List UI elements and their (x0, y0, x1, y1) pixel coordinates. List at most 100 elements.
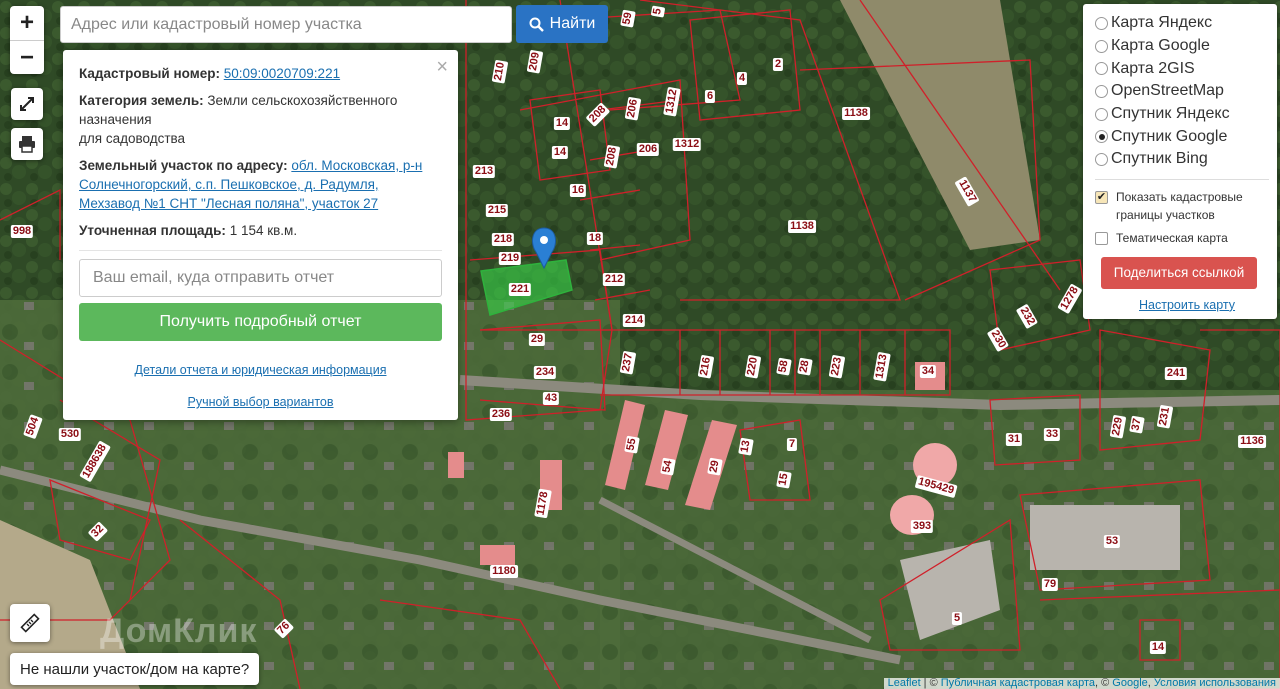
layer-radio[interactable] (1095, 16, 1108, 30)
parcel-number-label: 31 (1005, 433, 1023, 446)
zoom-out-button[interactable]: − (10, 40, 44, 74)
print-button[interactable] (11, 128, 43, 160)
show-borders-checkbox[interactable]: ✔ (1095, 190, 1108, 204)
layer-radio[interactable] (1095, 39, 1108, 53)
parcel-number-label: 1312 (672, 138, 702, 151)
parcel-number-label: 7 (786, 438, 798, 451)
layer-option-label: OpenStreetMap (1111, 82, 1224, 100)
layer-option-label: Спутник Google (1111, 127, 1228, 145)
parcel-number-label: 29 (528, 333, 546, 346)
not-found-button[interactable]: Не нашли участок/дом на карте? (10, 653, 260, 685)
layer-option[interactable]: Спутник Bing (1095, 148, 1277, 171)
search-input[interactable] (60, 6, 512, 43)
measure-button[interactable] (10, 604, 50, 642)
show-borders-toggle[interactable]: ✔ Показать кадастровые границы участков (1095, 188, 1277, 224)
layer-radio[interactable] (1095, 84, 1108, 98)
layer-radio[interactable] (1095, 62, 1108, 76)
search-button-label: Найти (549, 15, 596, 32)
parcel-number-label: 53 (1103, 535, 1121, 548)
land-category-label: Категория земель: (79, 93, 204, 108)
parcel-number-label: 15 (776, 470, 792, 489)
parcel-number-label: 214 (622, 314, 646, 327)
parcel-number-label: 14 (553, 117, 571, 130)
parcel-number-label: 998 (10, 225, 34, 238)
layer-radio[interactable] (1095, 130, 1108, 144)
pkk-link[interactable]: Публичная кадастровая карта (941, 678, 1095, 689)
parcel-number-label: 530 (58, 428, 82, 441)
parcel-number-label: 54 (660, 457, 676, 476)
parcel-number-label: 393 (910, 520, 934, 533)
search-button[interactable]: Найти (516, 5, 608, 43)
terms-link[interactable]: Условия использования (1154, 678, 1276, 689)
share-link-button[interactable]: Поделиться ссылкой (1101, 256, 1257, 289)
base-layer-list: Карта Яндекс Карта Google Карта 2GIS OpenSt… (1095, 12, 1277, 171)
parcel-number-label: 13 (738, 437, 754, 456)
layer-radio[interactable] (1095, 107, 1108, 121)
manual-selection-link[interactable]: Ручной выбор вариантов (79, 395, 442, 409)
show-borders-label: Показать кадастровые границы участков (1116, 189, 1243, 222)
fullscreen-button[interactable] (11, 88, 43, 120)
parcel-number-label: 29 (707, 457, 723, 476)
layer-switcher: Карта Яндекс Карта Google Карта 2GIS OpenSt… (1083, 4, 1277, 319)
printer-icon (19, 136, 35, 153)
layer-option[interactable]: OpenStreetMap (1095, 80, 1277, 103)
divider (79, 250, 442, 251)
address-label: Земельный участок по адресу: (79, 158, 288, 173)
thematic-map-toggle[interactable]: Тематическая карта (1095, 229, 1277, 247)
layer-option-label: Карта Google (1111, 37, 1210, 55)
parcel-number-label: 206 (636, 143, 660, 156)
parcel-number-label: 2 (772, 58, 784, 71)
search-icon (529, 17, 544, 32)
parcel-number-label: 218 (491, 233, 515, 246)
parcel-number-label: 6 (704, 90, 716, 103)
parcel-number-label: 1136 (1238, 435, 1266, 448)
thematic-map-label: Тематическая карта (1116, 230, 1228, 245)
close-icon[interactable]: × (436, 56, 448, 79)
parcel-number-label: 33 (1043, 428, 1061, 441)
report-details-link[interactable]: Детали отчета и юридическая информация (79, 363, 442, 377)
parcel-number-label: 1138 (788, 220, 816, 233)
not-found-label: Не нашли участок/дом на карте? (20, 660, 250, 678)
map-attribution: Leaflet | © Публичная кадастровая карта,… (883, 678, 1280, 689)
cadastral-number-link[interactable]: 50:09:0020709:221 (224, 66, 340, 81)
ruler-icon (20, 613, 40, 633)
cadastral-number-row: Кадастровый номер: 50:09:0020709:221 (79, 64, 442, 83)
parcel-number-label: 241 (1164, 367, 1188, 380)
layer-option[interactable]: Карта Яндекс (1095, 12, 1277, 35)
parcel-number-label: 1180 (490, 565, 518, 578)
zoom-in-button[interactable]: + (10, 6, 44, 40)
layer-radio[interactable] (1095, 152, 1108, 166)
parcel-number-label: 221 (508, 283, 532, 296)
layer-option-label: Спутник Bing (1111, 150, 1208, 168)
configure-map-link[interactable]: Настроить карту (1139, 298, 1277, 312)
parcel-number-label: 14 (1149, 641, 1167, 654)
parcel-number-label: 5 (951, 612, 963, 625)
layer-option[interactable]: Спутник Google (1095, 125, 1277, 148)
area-value: 1 154 кв.м. (229, 223, 298, 238)
land-category-row: Категория земель: Земли сельскохозяйстве… (79, 91, 442, 148)
cadastral-number-label: Кадастровый номер: (79, 66, 220, 81)
land-use-value: для садоводства (79, 131, 186, 146)
layer-option-label: Карта 2GIS (1111, 59, 1195, 77)
get-report-button[interactable]: Получить подробный отчет (79, 303, 442, 341)
parcel-number-label: 234 (533, 366, 557, 379)
leaflet-link[interactable]: Leaflet (888, 678, 921, 689)
parcel-number-label: 37 (1129, 415, 1145, 434)
parcel-number-label: 58 (776, 357, 792, 376)
expand-icon (20, 97, 34, 111)
area-label: Уточненная площадь: (79, 223, 226, 238)
parcel-number-label: 28 (797, 357, 813, 376)
email-input[interactable] (79, 259, 442, 297)
google-link[interactable]: Google (1112, 678, 1147, 689)
parcel-number-label: 34 (919, 365, 937, 378)
parcel-number-label: 236 (489, 408, 513, 421)
parcel-number-label: 1138 (842, 107, 870, 120)
thematic-map-checkbox[interactable] (1095, 231, 1108, 245)
parcel-info-popup: × Кадастровый номер: 50:09:0020709:221 К… (63, 50, 458, 420)
parcel-number-label: 4 (736, 72, 748, 85)
parcel-number-label: 59 (620, 9, 636, 28)
parcel-number-label: 43 (542, 392, 560, 405)
layer-option[interactable]: Карта 2GIS (1095, 57, 1277, 80)
layer-option[interactable]: Спутник Яндекс (1095, 103, 1277, 126)
layer-option[interactable]: Карта Google (1095, 35, 1277, 58)
